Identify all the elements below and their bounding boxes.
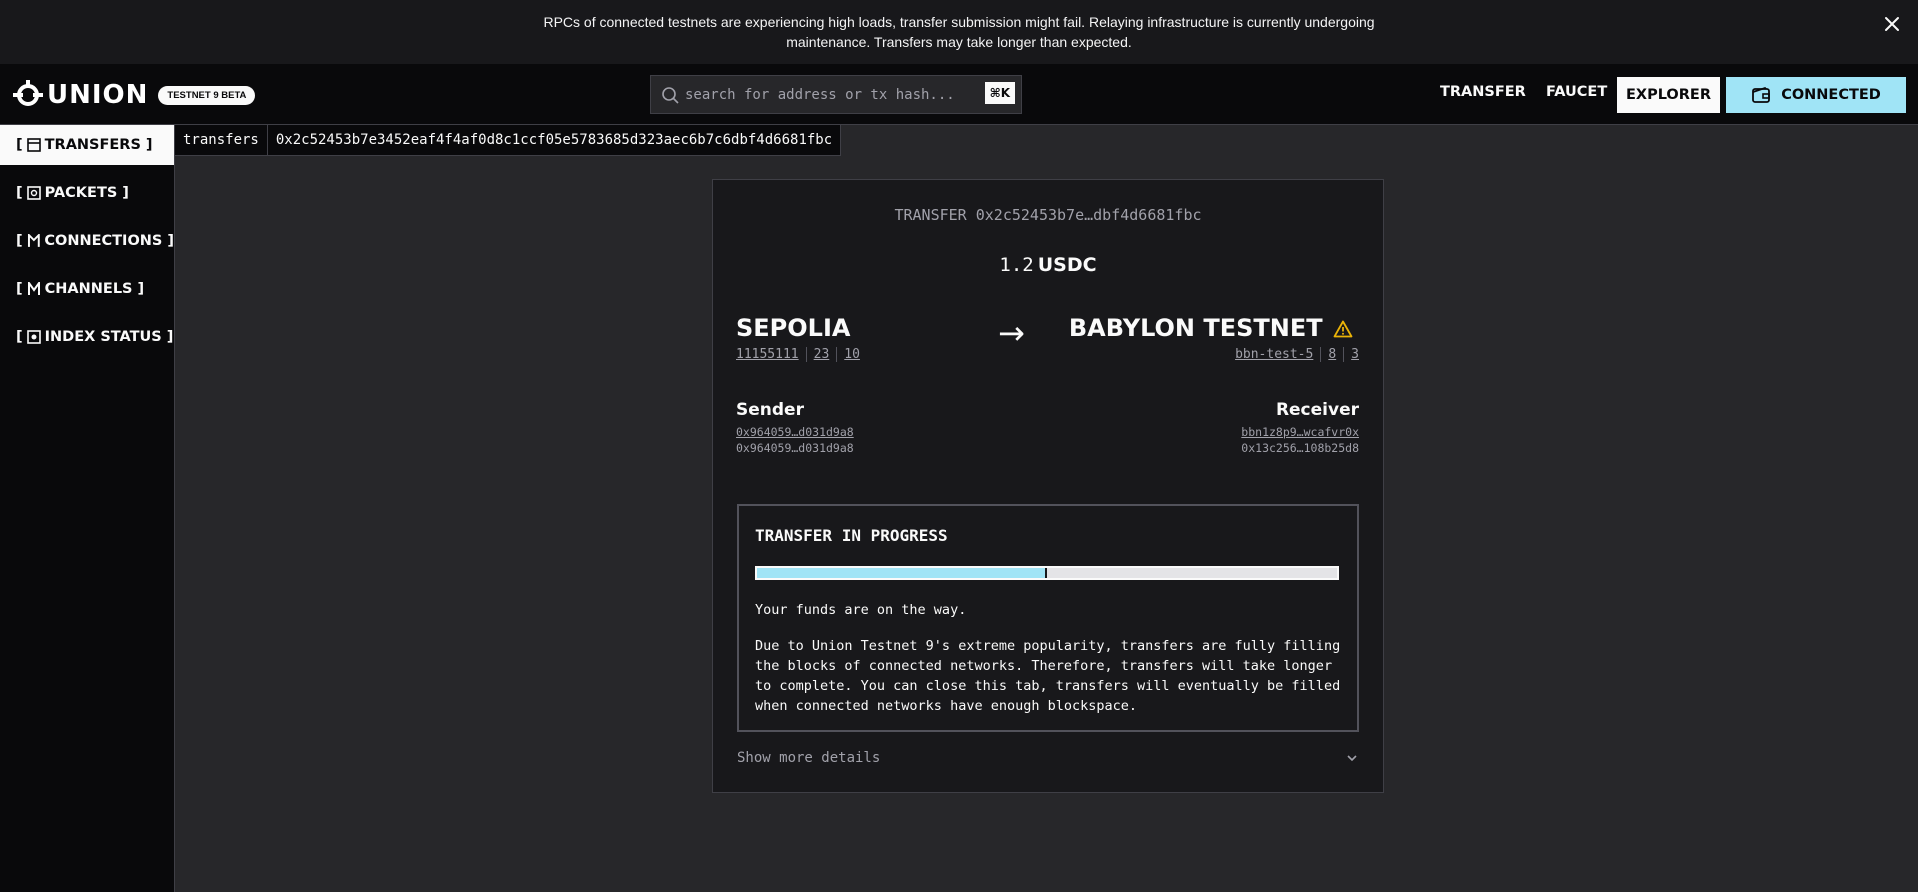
divider [836,347,838,362]
sidebar: [ TRANSFERS ] [ PACKETS ] [ CONNECTIONS … [0,125,175,892]
bracket-close: ] [166,329,174,345]
source-chain-id[interactable]: 11155111 [736,347,799,362]
bracket-close: ] [167,233,174,249]
connected-label: CONNECTED [1781,87,1881,103]
nav-faucet[interactable]: FAUCET [1546,84,1607,100]
testnet-badge: TESTNET 9 BETA [158,85,256,105]
transfer-progress-panel: TRANSFER IN PROGRESS Your funds are on t… [737,504,1359,732]
amount-value: 1.2 [999,254,1034,276]
transfer-card: TRANSFER 0x2c52453b7e…dbf4d6681fbc 1.2 US… [712,179,1384,793]
nav-transfer[interactable]: TRANSFER [1440,84,1526,100]
progress-bar-fill [757,568,1047,578]
progress-message: Your funds are on the way. [755,602,967,618]
close-icon[interactable] [1880,12,1904,36]
union-logo[interactable]: UNION TESTNET 9 BETA [13,77,256,113]
sidebar-item-label: CONNECTIONS [44,233,163,249]
wallet-icon [1752,86,1771,103]
sidebar-item-packets[interactable]: [ PACKETS ] [0,173,174,213]
sidebar-item-label: CHANNELS [44,281,133,297]
amount-denom: USDC [1037,254,1097,276]
sidebar-item-channels[interactable]: [ CHANNELS ] [0,269,174,309]
breadcrumb: transfers 0x2c52453b7e3452eaf4f4af0d8c1c… [175,125,842,156]
sidebar-item-connections[interactable]: [ CONNECTIONS ] [0,221,174,261]
source-chain-name: SEPOLIA [736,314,851,342]
logo-text: UNION [47,80,149,110]
bracket-close: ] [122,185,129,201]
bracket-open: [ [16,233,23,249]
packet-icon [26,186,41,200]
divider [1343,347,1345,362]
show-details-toggle[interactable]: Show more details [737,750,1359,766]
search-input[interactable] [685,86,975,103]
sender-label: Sender [736,400,804,420]
search-shortcut: ⌘K [984,82,1015,104]
explorer-button[interactable]: EXPLORER [1617,77,1720,113]
progress-bar [755,566,1339,580]
arrow-right-icon: → [998,314,1025,352]
progress-explanation: Due to Union Testnet 9's extreme popular… [755,638,1341,714]
announcement-banner: RPCs of connected testnets are experienc… [0,0,1918,64]
connection-icon [27,234,40,247]
destination-chain-id[interactable]: bbn-test-5 [1235,347,1313,362]
breadcrumb-hash[interactable]: 0x2c52453b7e3452eaf4f4af0d8c1ccf05e57836… [266,125,840,155]
sender-address[interactable]: 0x964059…d031d9a8 [736,425,854,439]
banner-message: RPCs of connected testnets are experienc… [543,14,1375,50]
divider [805,347,807,362]
index-icon [26,330,41,344]
bracket-open: [ [16,185,23,201]
connected-button[interactable]: CONNECTED [1726,77,1906,113]
sidebar-item-label: TRANSFERS [44,137,141,153]
bracket-open: [ [16,137,23,153]
sender-raw-address: 0x964059…d031d9a8 [736,441,854,455]
union-logo-icon [13,80,43,106]
destination-connection[interactable]: 8 [1328,347,1336,362]
sidebar-item-index-status[interactable]: [ INDEX STATUS ] [0,317,174,357]
chevron-down-icon [1347,755,1357,762]
transfer-amount: 1.2 USDC [713,254,1383,277]
bracket-close: ] [145,137,153,153]
destination-chain-meta: bbn-test-5 8 3 [1235,347,1359,362]
receiver-address[interactable]: bbn1z8p9…wcafvr0x [1241,425,1359,439]
receiver-label: Receiver [1275,400,1359,420]
sidebar-item-label: PACKETS [44,185,118,201]
sidebar-item-transfers[interactable]: [ TRANSFERS ] [0,125,174,165]
bracket-open: [ [16,329,23,345]
destination-chain-name: BABYLON TESTNET [1069,314,1353,342]
sidebar-item-label: INDEX STATUS [44,329,162,345]
search-box[interactable]: ⌘K [650,75,1022,114]
channel-icon [27,282,40,295]
show-details-label: Show more details [737,750,881,766]
search-icon [662,86,679,104]
bracket-close: ] [137,281,145,297]
progress-title: TRANSFER IN PROGRESS [755,526,948,545]
breadcrumb-transfers[interactable]: transfers [175,125,267,155]
source-channel[interactable]: 10 [844,347,860,362]
destination-name-text: BABYLON TESTNET [1068,314,1323,342]
warning-icon[interactable] [1333,320,1353,338]
source-chain-meta: 11155111 23 10 [736,347,860,362]
destination-channel[interactable]: 3 [1351,347,1359,362]
receiver-raw-address: 0x13c256…108b25d8 [1241,441,1359,455]
transfer-title: TRANSFER 0x2c52453b7e…dbf4d6681fbc [894,206,1202,224]
table-icon [26,138,41,152]
divider [1320,347,1322,362]
bracket-open: [ [16,281,23,297]
source-connection[interactable]: 23 [814,347,830,362]
